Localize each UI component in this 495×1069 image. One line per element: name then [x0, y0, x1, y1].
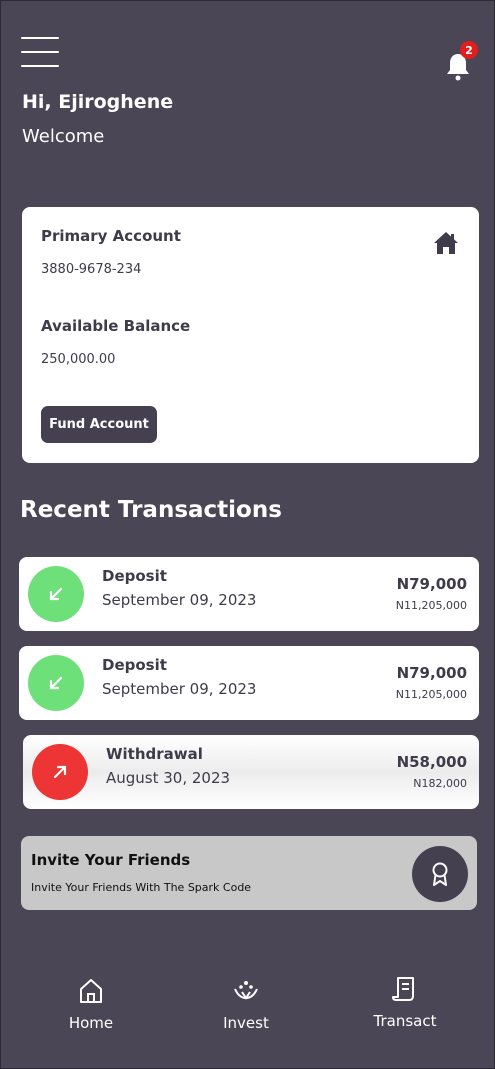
- invite-subtitle: Invite Your Friends With The Spark Code: [31, 881, 252, 894]
- award-icon[interactable]: [412, 846, 468, 902]
- home-icon: [432, 229, 460, 257]
- deposit-arrow-icon: [28, 655, 84, 711]
- recent-transactions-title: Recent Transactions: [20, 497, 282, 523]
- transaction-date: September 09, 2023: [102, 680, 257, 698]
- home-icon: [76, 976, 106, 1006]
- transaction-type: Deposit: [102, 567, 167, 585]
- primary-account-label: Primary Account: [41, 227, 181, 245]
- transaction-row[interactable]: Withdrawal August 30, 2023 N58,000 N182,…: [23, 735, 479, 809]
- nav-transact[interactable]: Transact: [350, 974, 460, 1030]
- nav-invest-label: Invest: [223, 1014, 269, 1032]
- transaction-balance: N11,205,000: [395, 688, 467, 701]
- deposit-arrow-icon: [28, 566, 84, 622]
- transaction-balance: N11,205,000: [395, 599, 467, 612]
- transaction-date: September 09, 2023: [102, 591, 257, 609]
- nav-home-label: Home: [68, 1014, 114, 1032]
- balance-value: 250,000.00: [41, 352, 116, 367]
- withdrawal-arrow-icon: [32, 744, 88, 800]
- transaction-date: August 30, 2023: [106, 769, 231, 787]
- available-balance-label: Available Balance: [41, 317, 191, 335]
- receipt-icon: [390, 974, 420, 1004]
- transaction-type: Withdrawal: [106, 745, 203, 763]
- transaction-amount: N79,000: [396, 664, 467, 682]
- transaction-type: Deposit: [102, 656, 167, 674]
- transaction-amount: N58,000: [396, 753, 467, 771]
- nav-home[interactable]: Home: [36, 976, 146, 1032]
- fund-account-button[interactable]: Fund Account: [41, 406, 157, 443]
- invest-icon: [231, 976, 261, 1006]
- transaction-row[interactable]: Deposit September 09, 2023 N79,000 N11,2…: [19, 557, 479, 631]
- menu-icon[interactable]: [21, 37, 59, 67]
- greeting-text: Hi, Ejiroghene: [22, 91, 174, 113]
- nav-transact-label: Transact: [373, 1012, 437, 1030]
- account-card: Primary Account 3880-9678-234 Available …: [22, 207, 479, 463]
- nav-invest[interactable]: Invest: [191, 976, 301, 1032]
- transaction-balance: N182,000: [413, 777, 467, 790]
- invite-card[interactable]: Invite Your Friends Invite Your Friends …: [21, 836, 477, 910]
- welcome-text: Welcome: [22, 126, 105, 147]
- transaction-amount: N79,000: [396, 575, 467, 593]
- account-number: 3880-9678-234: [41, 262, 142, 277]
- notification-badge: 2: [460, 41, 478, 59]
- invite-title: Invite Your Friends: [31, 851, 191, 869]
- transaction-row[interactable]: Deposit September 09, 2023 N79,000 N11,2…: [19, 646, 479, 720]
